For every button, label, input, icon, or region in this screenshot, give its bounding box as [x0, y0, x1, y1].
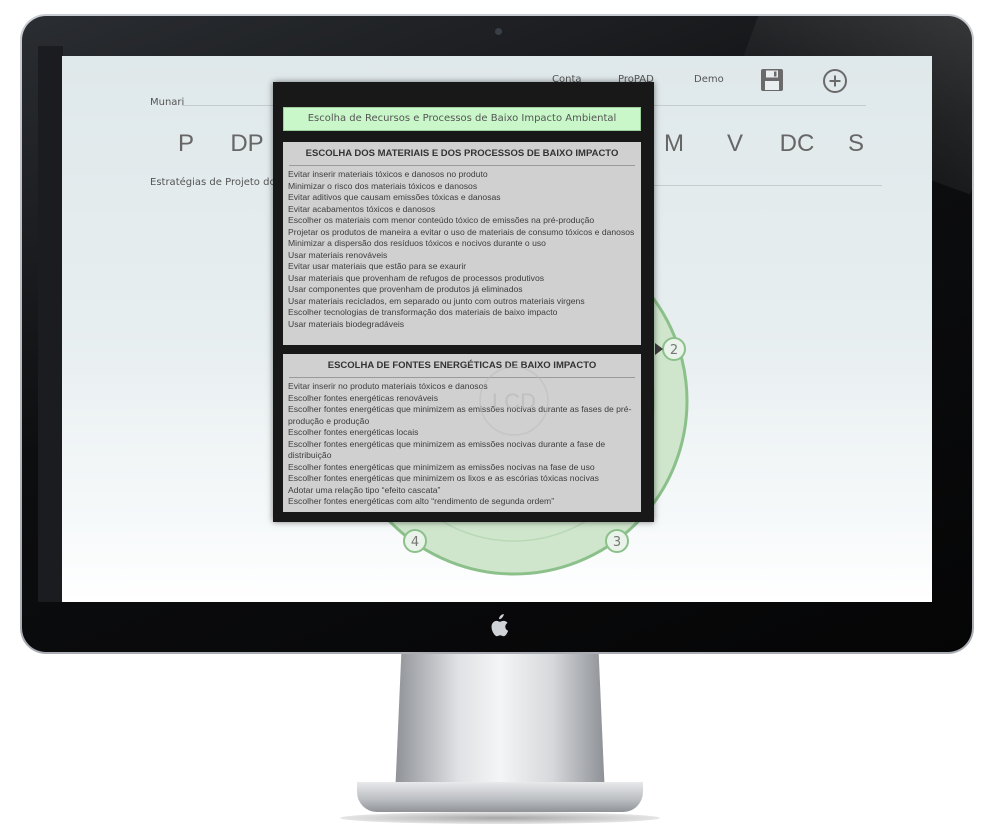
- materials-list-item[interactable]: Usar materiais renováveis: [288, 250, 637, 262]
- energy-panel: ESCOLHA DE FONTES ENERGÉTICAS DE BAIXO I…: [283, 354, 641, 512]
- materials-list-item[interactable]: Usar materiais que provenham de refugos …: [288, 273, 637, 285]
- materials-list: Evitar inserir materiais tóxicos e danos…: [283, 169, 641, 330]
- camera-icon: [495, 28, 502, 35]
- materials-list-item[interactable]: Usar materiais reciclados, em separado o…: [288, 296, 637, 308]
- materials-list-item[interactable]: Escolher os materiais com menor conteúdo…: [288, 215, 637, 227]
- diagram-node-3-label: 3: [613, 535, 621, 550]
- app-screen: Conta ProPAD Demo Munari P DP CP CD AD C…: [62, 56, 932, 602]
- energy-list-item[interactable]: Escolher fontes energéticas que minimize…: [288, 473, 637, 485]
- energy-list-item[interactable]: Escolher fontes energéticas que minimize…: [288, 462, 637, 474]
- energy-panel-divider: [289, 377, 635, 378]
- energy-panel-title: ESCOLHA DE FONTES ENERGÉTICAS DE BAIXO I…: [327, 360, 597, 371]
- stand-shadow: [340, 812, 660, 824]
- energy-list-item[interactable]: Evitar inserir no produto materiais tóxi…: [288, 381, 637, 393]
- energy-list-item[interactable]: Escolher fontes energéticas locais: [288, 427, 637, 439]
- materials-list-item[interactable]: Usar componentes que provenham de produt…: [288, 284, 637, 296]
- diagram-node-2-label: 2: [670, 343, 678, 358]
- materials-panel-divider: [289, 165, 635, 166]
- energy-list: Evitar inserir no produto materiais tóxi…: [283, 381, 641, 508]
- modal-header[interactable]: Escolha de Recursos e Processos de Baixo…: [283, 107, 641, 131]
- materials-list-item[interactable]: Minimizar o risco dos materiais tóxicos …: [288, 181, 637, 193]
- energy-list-item[interactable]: Adotar uma relação tipo “efeito cascata”: [288, 485, 637, 497]
- energy-list-item[interactable]: Escolher fontes energéticas renováveis: [288, 393, 637, 405]
- materials-list-item[interactable]: Evitar usar materiais que estão para se …: [288, 261, 637, 273]
- screen-edge-strip: [38, 46, 63, 602]
- energy-list-item[interactable]: Escolher fontes energéticas com alto “re…: [288, 496, 637, 508]
- energy-list-item[interactable]: Escolher fontes energéticas que minimize…: [288, 439, 637, 462]
- diagram-node-2[interactable]: 2: [662, 337, 686, 361]
- energy-list-item[interactable]: Escolher fontes energéticas que minimize…: [288, 404, 637, 427]
- strategy-modal: Escolha de Recursos e Processos de Baixo…: [273, 82, 654, 522]
- materials-list-item[interactable]: Evitar aditivos que causam emissões tóxi…: [288, 192, 637, 204]
- materials-list-item[interactable]: Usar materiais biodegradáveis: [288, 319, 637, 331]
- materials-list-item[interactable]: Projetar os produtos de maneira a evitar…: [288, 227, 637, 239]
- diagram-node-4[interactable]: 4: [403, 529, 427, 553]
- materials-list-item[interactable]: Minimizar a dispersão dos resíduos tóxic…: [288, 238, 637, 250]
- materials-panel-title: ESCOLHA DOS MATERIAIS E DOS PROCESSOS DE…: [305, 148, 619, 159]
- apple-logo-icon: [491, 614, 509, 637]
- monitor-stand-base: [357, 782, 643, 812]
- materials-list-item[interactable]: Escolher tecnologias de transformação do…: [288, 307, 637, 319]
- diagram-node-3[interactable]: 3: [605, 529, 629, 553]
- materials-list-item[interactable]: Evitar inserir materiais tóxicos e danos…: [288, 169, 637, 181]
- materials-list-item[interactable]: Evitar acabamentos tóxicos e danosos: [288, 204, 637, 216]
- diagram-node-4-label: 4: [411, 535, 419, 550]
- materials-panel: ESCOLHA DOS MATERIAIS E DOS PROCESSOS DE…: [283, 142, 641, 345]
